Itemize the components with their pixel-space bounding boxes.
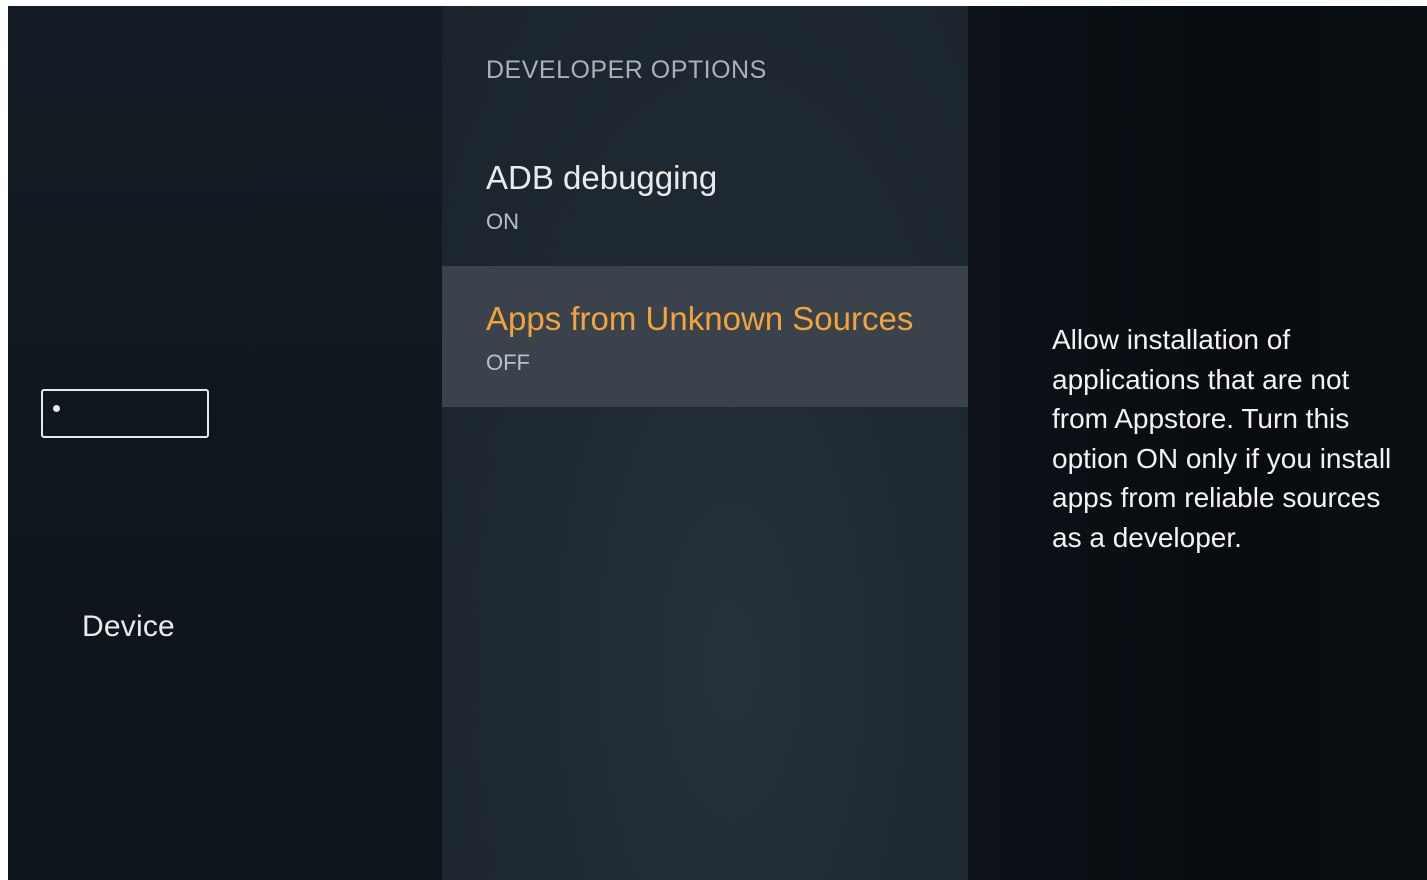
settings-screen: Device DEVELOPER OPTIONS ADB debugging O… (8, 6, 1427, 880)
settings-list-panel: DEVELOPER OPTIONS ADB debugging ON Apps … (442, 6, 968, 880)
setting-title: ADB debugging (486, 159, 718, 196)
setting-apps-from-unknown-sources[interactable]: Apps from Unknown Sources OFF (442, 266, 968, 407)
setting-adb-debugging[interactable]: ADB debugging ON (442, 125, 968, 266)
setting-value: OFF (486, 350, 530, 375)
device-led-dot (53, 405, 60, 412)
section-header: DEVELOPER OPTIONS (486, 56, 767, 84)
setting-value: ON (486, 209, 519, 234)
category-panel: Device (8, 6, 442, 880)
category-label: Device (82, 610, 175, 643)
setting-description: Allow installation of applications that … (1052, 324, 1392, 553)
fire-tv-stick-device-icon (41, 389, 209, 438)
description-panel: Allow installation of applications that … (968, 6, 1427, 880)
setting-title: Apps from Unknown Sources (486, 300, 914, 337)
